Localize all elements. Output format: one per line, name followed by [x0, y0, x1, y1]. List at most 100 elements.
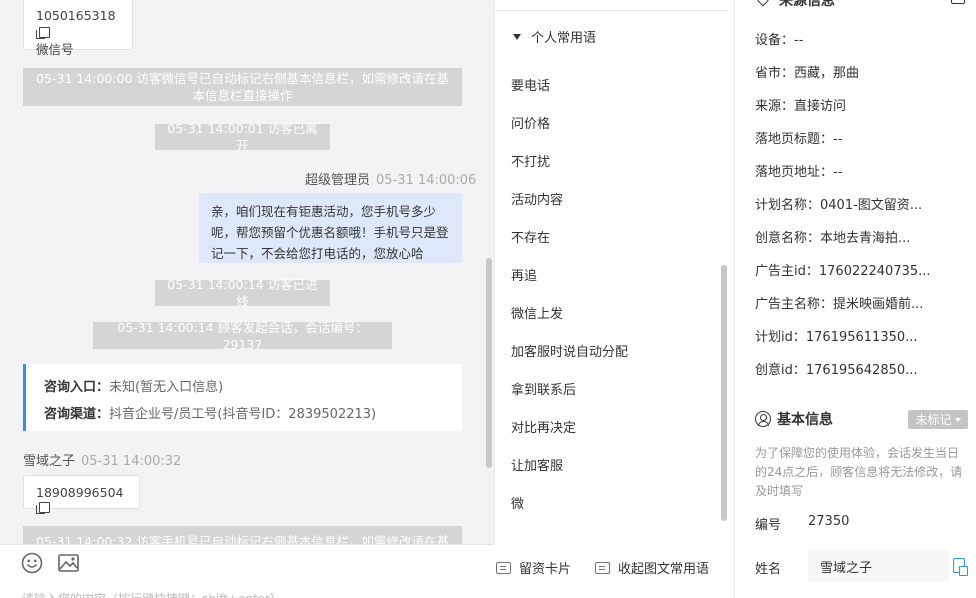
wechat-number: 1050165318	[36, 8, 116, 23]
source-value: 176195642850...	[805, 363, 918, 378]
phrase-item[interactable]: 再追	[511, 265, 537, 284]
message-icon	[496, 561, 511, 574]
source-value: --	[794, 33, 804, 48]
edit-notice: 为了保障您的使用体验，会话发生当日的24点之后，顾客信息将无法修改，请及时填写	[755, 446, 963, 498]
source-label: 计划id：	[755, 330, 806, 345]
chat-history[interactable]: 1050165318 微信号 05-31 14:00:00 访客微信号已自动标记…	[0, 0, 494, 544]
agent-name: 超级管理员	[305, 173, 371, 188]
visitor-time: 05-31 14:00:32	[81, 454, 182, 469]
entry-label: 咨询入口：	[44, 380, 110, 395]
caret-down-icon	[954, 417, 961, 422]
phrase-item[interactable]: 让加客服	[511, 455, 563, 474]
chat-scrollbar[interactable]	[486, 258, 492, 468]
visitor-name: 雪域之子	[23, 454, 76, 469]
source-row-creative-name: 创意名称：本地去青海拍...	[755, 227, 910, 246]
phrase-item[interactable]: 拿到联系后	[511, 379, 576, 398]
phrase-item[interactable]: 加客服时说自动分配	[511, 341, 628, 360]
source-row-landing-title: 落地页标题：--	[755, 128, 842, 147]
user-circle-icon	[755, 411, 771, 427]
tag-label: 未标记	[915, 413, 952, 427]
agent-message-bubble: 亲，咱们现在有钜惠活动，您手机号多少呢，帮您预留个优惠名额哦！手机号只是登记一下…	[199, 193, 462, 263]
source-row-plan-id: 计划id：176195611350...	[755, 326, 918, 345]
phrase-item[interactable]: 对比再决定	[511, 417, 576, 436]
source-row-advertiser-name: 广告主名称：提米映画婚前...	[755, 293, 923, 312]
name-value: 雪域之子	[820, 560, 873, 576]
source-value: 直接访问	[794, 99, 847, 114]
id-value: 27350	[808, 514, 850, 529]
source-value: 提米映画婚前...	[833, 297, 924, 312]
copy-icon[interactable]	[36, 27, 50, 39]
collapse-phrases-label: 收起图文常用语	[618, 562, 710, 577]
source-row-plan-name: 计划名称：0401-图文留资...	[755, 194, 922, 213]
phrase-item[interactable]: 活动内容	[511, 189, 563, 208]
source-label: 创意名称：	[755, 231, 821, 246]
source-label: 落地页地址：	[755, 165, 834, 180]
source-info-title: 来源信息	[779, 0, 835, 9]
phrase-item[interactable]: 微信上发	[511, 303, 563, 322]
phrase-item[interactable]: 问价格	[511, 113, 550, 132]
source-row-device: 设备：--	[755, 29, 803, 48]
source-label: 广告主名称：	[755, 297, 834, 312]
emoji-icon[interactable]	[21, 552, 43, 574]
phrase-item[interactable]: 微	[511, 493, 524, 512]
phone-number: 18908996504	[36, 485, 124, 500]
wechat-card: 1050165318 微信号	[23, 0, 133, 57]
system-message-text: 05-31 14:00:32 访客手机号已自动标记右侧基本信息栏，如需修改请在基	[36, 534, 449, 544]
source-value: 西藏，那曲	[794, 66, 860, 81]
location-icon	[754, 0, 772, 7]
phone-card: 18908996504	[23, 475, 140, 514]
message-icon	[595, 561, 610, 574]
lead-card-button[interactable]: 留资卡片	[496, 558, 571, 577]
source-value: 176195611350...	[805, 330, 918, 345]
source-label: 来源：	[755, 99, 795, 114]
source-value: --	[833, 132, 843, 147]
consult-info-card: 咨询入口：未知(暂无入口信息) 咨询渠道：抖音企业号/员工号(抖音号ID：283…	[23, 364, 462, 431]
source-row-advertiser-id: 广告主id：176022240735...	[755, 260, 931, 279]
phrase-scrollbar[interactable]	[721, 265, 727, 521]
name-label: 姓名	[755, 562, 782, 577]
caret-down-icon	[513, 33, 521, 40]
phrase-item[interactable]: 要电话	[511, 75, 550, 94]
source-value: 0401-图文留资...	[820, 198, 923, 213]
copy-icon[interactable]	[36, 502, 50, 514]
basic-info-title: 基本信息	[777, 412, 833, 428]
personal-phrases-header[interactable]: 个人常用语	[513, 27, 605, 46]
source-label: 设备：	[755, 33, 795, 48]
phrase-item[interactable]: 不存在	[511, 227, 550, 246]
customer-info-panel: 来源信息 设备：-- 省市：西藏，那曲 来源：直接访问 落地页标题：-- 落地页…	[734, 0, 976, 598]
visitor-sender: 雪域之子 05-31 14:00:32	[23, 450, 181, 469]
wechat-label: 微信号	[36, 42, 74, 57]
source-row-landing-url: 落地页地址：--	[755, 161, 842, 180]
channel-value: 抖音企业号/员工号(抖音号ID：2839502213)	[109, 407, 377, 422]
source-row-origin: 来源：直接访问	[755, 95, 846, 114]
system-message: 05-31 14:00:32 访客手机号已自动标记右侧基本信息栏，如需修改请在基	[23, 526, 462, 544]
source-label: 计划名称：	[755, 198, 821, 213]
system-message: 05-31 14:00:14 顾客发起会话，会话编号：29137	[93, 320, 392, 352]
source-value: 本地去青海拍...	[820, 231, 911, 246]
collapse-phrases-button[interactable]: 收起图文常用语	[595, 558, 709, 577]
entry-value: 未知(暂无入口信息)	[109, 380, 224, 395]
phrase-panel: 留言及示小 个人常用语 要电话 问价格 不打扰 活动内容 不存在 再追 微信上发…	[494, 0, 734, 544]
app-root: 1050165318 微信号 05-31 14:00:00 访客微信号已自动标记…	[0, 0, 976, 598]
image-icon[interactable]	[58, 554, 79, 572]
id-label: 编号	[755, 518, 782, 533]
source-value: --	[833, 165, 843, 180]
system-message: 05-31 14:00:01 访客已离开	[155, 121, 330, 153]
basic-info-header: 基本信息	[755, 409, 833, 429]
agent-time: 05-31 14:00:06	[376, 173, 477, 188]
source-value: 176022240735...	[818, 264, 931, 279]
lead-card-label: 留资卡片	[519, 562, 572, 577]
source-label: 省市：	[755, 66, 795, 81]
copy-document-icon[interactable]	[953, 558, 968, 576]
system-message: 05-31 14:00:14 访客已进线	[155, 277, 330, 309]
personal-phrases-title: 个人常用语	[531, 31, 597, 46]
name-field[interactable]: 雪域之子	[808, 550, 949, 582]
source-row-creative-id: 创意id：176195642850...	[755, 359, 918, 378]
source-label: 落地页标题：	[755, 132, 834, 147]
tag-dropdown[interactable]: 未标记	[908, 410, 968, 429]
source-label: 广告主id：	[755, 264, 819, 279]
edit-icon[interactable]	[951, 0, 965, 4]
agent-sender: 超级管理员 05-31 14:00:06	[305, 169, 476, 188]
phrase-item[interactable]: 不打扰	[511, 151, 550, 170]
message-input[interactable]: 请输入您的内容（按行键快捷键：shift+enter）	[22, 590, 282, 598]
